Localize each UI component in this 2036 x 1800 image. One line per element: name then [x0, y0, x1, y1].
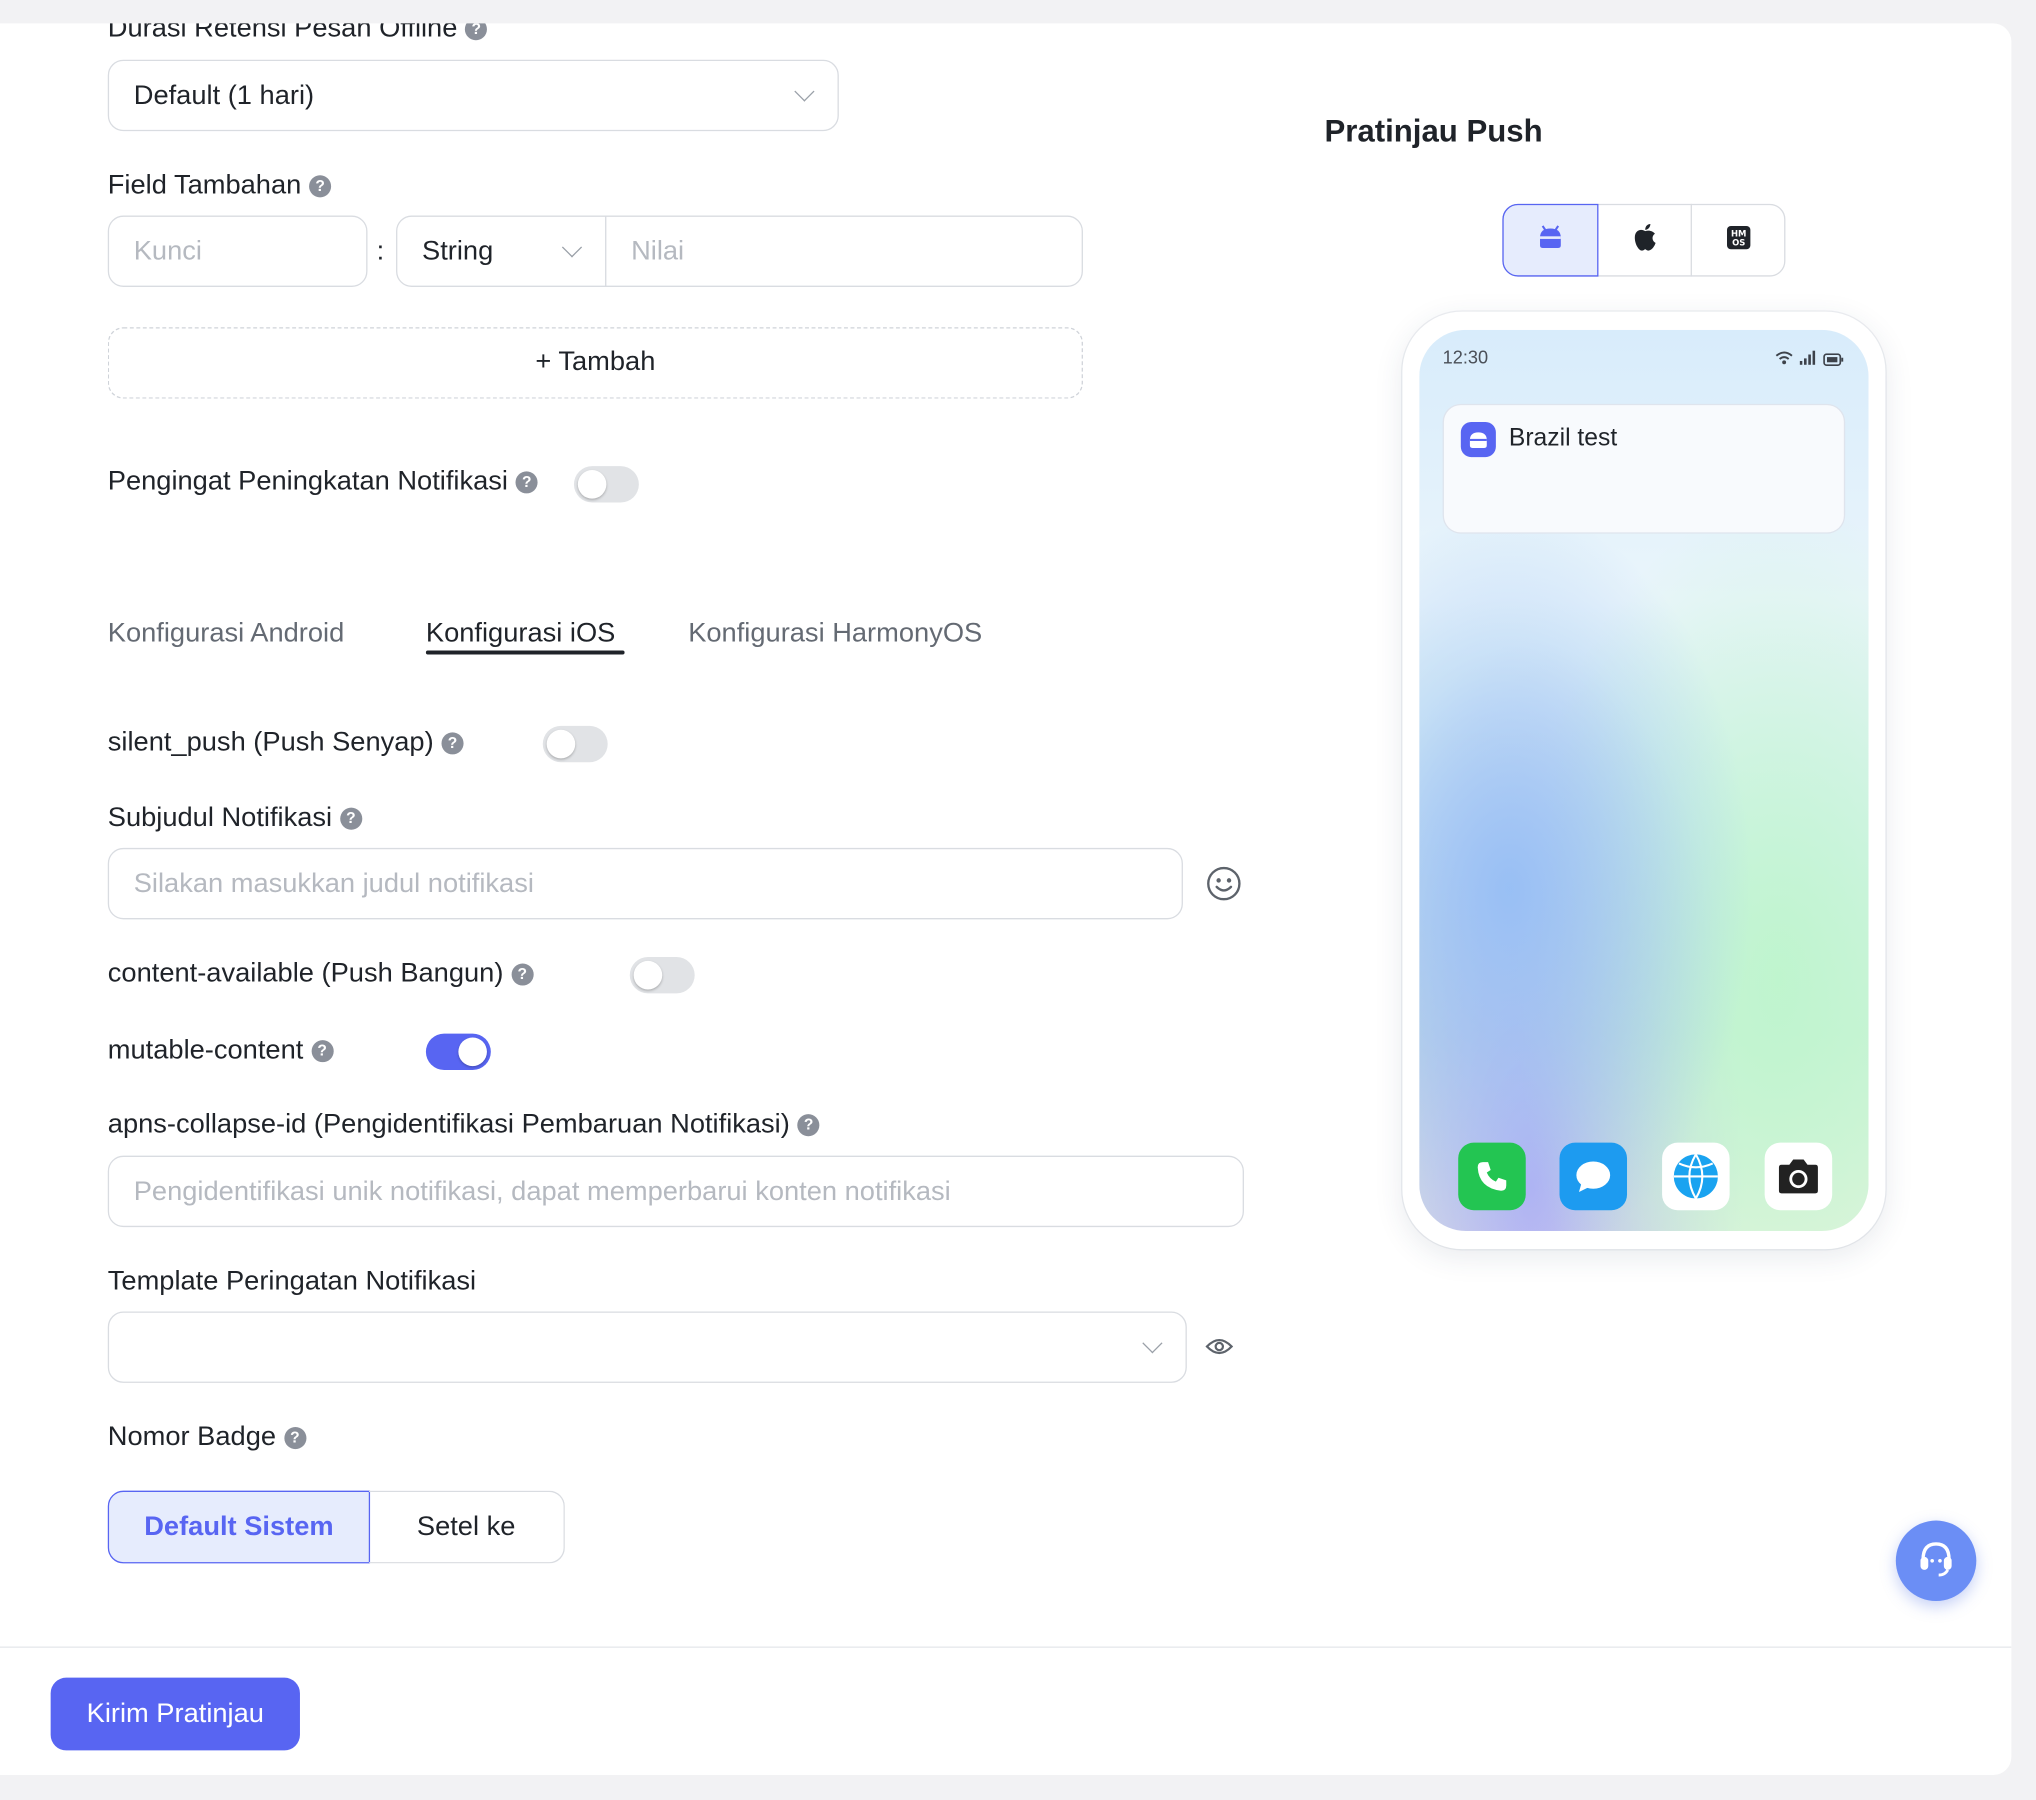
- active-tab-indicator: [425, 650, 625, 655]
- retention-label: Durasi Retensi Pesan Offline: [107, 23, 458, 43]
- upgrade-reminder-label-row: Pengingat Peningkatan Notifikasi?: [108, 466, 538, 497]
- type-value: String: [422, 236, 494, 267]
- help-icon[interactable]: ?: [339, 807, 362, 830]
- help-icon[interactable]: ?: [515, 471, 538, 494]
- extra-field-key-input[interactable]: Kunci: [107, 215, 368, 287]
- subtitle-input[interactable]: Silakan masukkan judul notifikasi: [107, 847, 1183, 920]
- retention-select[interactable]: Default (1 hari): [107, 59, 839, 132]
- alert-template-label: Template Peringatan Notifikasi: [107, 1266, 477, 1296]
- extra-field-value-input[interactable]: Nilai: [605, 215, 1083, 287]
- notification-card: Brazil test: [1442, 403, 1846, 534]
- platform-ios-button[interactable]: [1598, 203, 1692, 277]
- platform-android-button[interactable]: [1502, 203, 1599, 277]
- push-form-card: Durasi Retensi Pesan Offline? Default (1…: [0, 23, 2012, 1776]
- key-value-separator: :: [376, 236, 385, 267]
- browser-icon: [1662, 1142, 1730, 1211]
- battery-icon: [1823, 349, 1844, 372]
- phone-screen: 12:30 Brazil test: [1419, 329, 1869, 1231]
- subtitle-label: Subjudul Notifikasi: [107, 802, 333, 833]
- upgrade-reminder-toggle[interactable]: [573, 466, 639, 503]
- page: Durasi Retensi Pesan Offline? Default (1…: [0, 0, 2036, 1800]
- notification-title: Brazil test: [1508, 424, 1618, 452]
- tab-android[interactable]: Konfigurasi Android: [108, 618, 344, 649]
- silent-push-label: silent_push (Push Senyap): [107, 727, 434, 758]
- mutable-content-label-row: mutable-content?: [107, 1034, 334, 1066]
- add-field-label: + Tambah: [535, 346, 656, 377]
- help-icon[interactable]: ?: [283, 1426, 306, 1450]
- mutable-content-toggle[interactable]: [425, 1033, 491, 1070]
- retention-value: Default (1 hari): [133, 80, 315, 111]
- send-preview-button[interactable]: Kirim Pratinjau: [50, 1677, 300, 1751]
- chevron-down-icon: [561, 237, 583, 258]
- retention-label-row: Durasi Retensi Pesan Offline?: [107, 23, 488, 44]
- tab-ios[interactable]: Konfigurasi iOS: [426, 618, 615, 649]
- phone-mockup: 12:30 Brazil test: [1402, 311, 1886, 1250]
- badge-label: Nomor Badge: [107, 1421, 277, 1452]
- silent-push-label-row: silent_push (Push Senyap)?: [108, 727, 464, 758]
- help-icon[interactable]: ?: [441, 732, 464, 755]
- harmonyos-icon: HM OS: [1726, 224, 1752, 256]
- phone-time: 12:30: [1442, 346, 1489, 368]
- key-placeholder: Kunci: [133, 236, 202, 267]
- camera-icon: [1764, 1142, 1833, 1211]
- help-icon[interactable]: ?: [511, 963, 534, 986]
- badge-label-row: Nomor Badge?: [108, 1422, 306, 1453]
- badge-option-default[interactable]: Default Sistem: [107, 1490, 371, 1564]
- collapse-id-label-row: apns-collapse-id (Pengidentifikasi Pemba…: [108, 1109, 820, 1140]
- add-field-button[interactable]: + Tambah: [107, 327, 1083, 399]
- help-icon[interactable]: ?: [309, 175, 332, 198]
- extra-fields-label-row: Field Tambahan?: [107, 170, 332, 201]
- badge-option-set-to[interactable]: Setel ke: [368, 1490, 565, 1564]
- help-icon[interactable]: ?: [465, 23, 488, 41]
- collapse-id-placeholder: Pengidentifikasi unik notifikasi, dapat …: [133, 1176, 951, 1207]
- content-available-label: content-available (Push Bangun): [107, 958, 504, 989]
- footer-divider: [0, 1646, 2012, 1648]
- content-available-label-row: content-available (Push Bangun)?: [108, 958, 534, 989]
- chevron-down-icon: [794, 81, 815, 102]
- support-button[interactable]: [1895, 1520, 1977, 1602]
- svg-text:OS: OS: [1732, 237, 1745, 247]
- subtitle-placeholder: Silakan masukkan judul notifikasi: [133, 868, 534, 899]
- messages-icon: [1559, 1142, 1628, 1211]
- collapse-id-input[interactable]: Pengidentifikasi unik notifikasi, dapat …: [107, 1155, 1244, 1228]
- chevron-down-icon: [1142, 1333, 1163, 1354]
- collapse-id-label: apns-collapse-id (Pengidentifikasi Pemba…: [107, 1108, 790, 1139]
- eye-icon[interactable]: [1205, 1336, 1234, 1357]
- subtitle-label-row: Subjudul Notifikasi?: [108, 802, 362, 833]
- tab-harmonyos[interactable]: Konfigurasi HarmonyOS: [688, 618, 982, 649]
- app-icon: [1460, 422, 1496, 458]
- mutable-content-label: mutable-content: [107, 1034, 304, 1065]
- phone-icon: [1458, 1142, 1526, 1211]
- silent-push-toggle[interactable]: [542, 725, 608, 763]
- content-available-toggle[interactable]: [629, 956, 695, 994]
- android-icon: [1536, 224, 1565, 256]
- platform-harmonyos-button[interactable]: HM OS: [1692, 204, 1785, 277]
- value-placeholder: Nilai: [631, 236, 685, 267]
- help-icon[interactable]: ?: [797, 1114, 820, 1137]
- apple-icon: [1630, 221, 1659, 259]
- preview-title: Pratinjau Push: [1324, 114, 1543, 150]
- alert-template-select[interactable]: [107, 1311, 1187, 1383]
- headset-icon: [1914, 1535, 1958, 1586]
- upgrade-reminder-label: Pengingat Peningkatan Notifikasi: [107, 466, 508, 497]
- signal-icon: [1799, 348, 1816, 371]
- wifi-icon: [1775, 348, 1793, 371]
- extra-field-type-select[interactable]: String: [396, 215, 607, 287]
- help-icon[interactable]: ?: [311, 1040, 334, 1063]
- emoji-icon[interactable]: [1206, 866, 1241, 901]
- extra-fields-label: Field Tambahan: [107, 170, 302, 200]
